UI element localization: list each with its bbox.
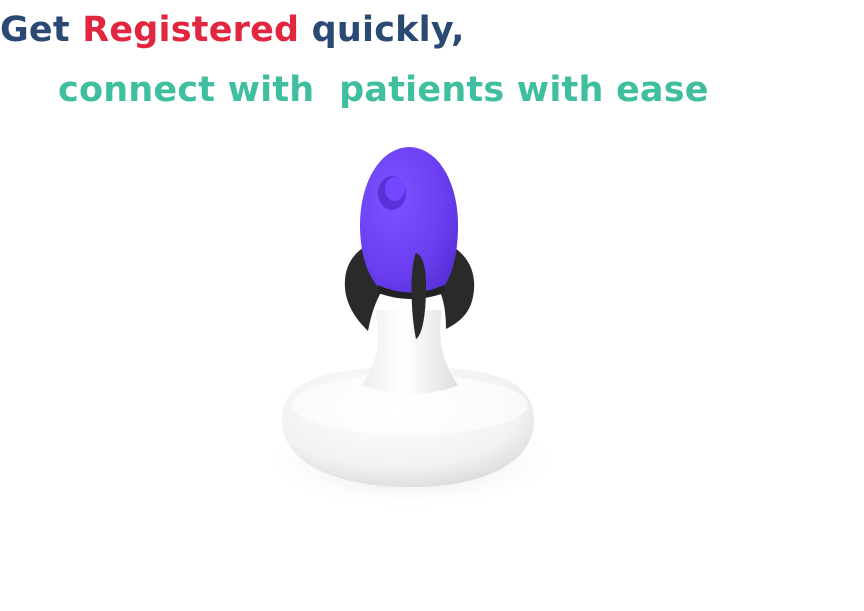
subline: connect with patients with ease	[58, 70, 709, 110]
headline-get: Get	[0, 10, 83, 50]
rocket-on-stand-icon	[250, 135, 570, 525]
headline: Get Registered quickly,	[0, 8, 465, 52]
headline-registered: Registered	[82, 10, 300, 50]
headline-quickly: quickly,	[299, 10, 465, 50]
